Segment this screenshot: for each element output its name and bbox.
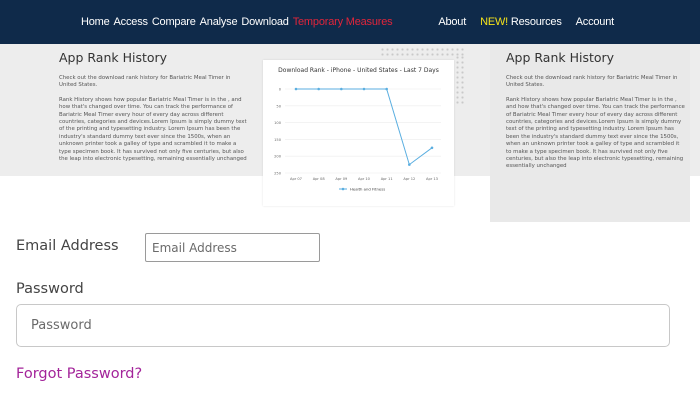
top-navigation: Home Access Compare Analyse Download Temporar…	[0, 0, 700, 44]
dot-pattern-decoration	[380, 47, 464, 57]
rank-history-left: App Rank History Check out the download …	[59, 50, 249, 163]
x-tick-label: Apr 08	[313, 177, 326, 181]
rank-history-title: App Rank History	[506, 50, 615, 65]
x-tick-label: Apr 10	[358, 177, 371, 181]
new-badge: NEW!	[480, 16, 508, 28]
y-tick-label: 0	[279, 88, 282, 92]
x-tick-label: Apr 07	[290, 177, 302, 181]
nav-link-home[interactable]: Home	[81, 16, 110, 28]
nav-link-resources[interactable]: NEW! Resources	[480, 16, 562, 28]
dot-pattern-decoration	[455, 55, 465, 105]
nav-link-analyse[interactable]: Analyse	[200, 16, 238, 28]
rank-history-intro: Check out the download rank history for …	[59, 75, 231, 89]
x-tick-label: Apr 09	[335, 177, 348, 181]
x-tick-label: Apr 12	[403, 177, 415, 181]
rank-line-chart: 0 50 100 150 200 250 Apr 07 Apr 08 Apr 09 Apr 10 A…	[274, 87, 441, 191]
nav-link-compare[interactable]: Compare	[152, 16, 196, 28]
y-tick-label: 200	[274, 155, 282, 159]
rank-history-body: Rank History shows how popular Bariatric…	[59, 96, 247, 163]
data-point	[340, 87, 343, 91]
rank-history-body: Rank History shows how popular Bariatric…	[506, 96, 685, 170]
data-point	[385, 87, 388, 91]
nav-link-account[interactable]: Account	[576, 16, 615, 28]
email-label: Email Address	[16, 238, 119, 254]
primary-nav: Home Access Compare Analyse Download Temporar…	[81, 16, 393, 28]
nav-link-about[interactable]: About	[438, 16, 466, 28]
nav-link-download[interactable]: Download	[241, 16, 289, 28]
rank-history-right: App Rank History Check out the download …	[490, 44, 690, 222]
y-tick-label: 250	[274, 172, 282, 176]
email-field[interactable]	[145, 233, 320, 262]
rank-history-title: App Rank History	[59, 50, 168, 65]
data-point	[430, 146, 434, 150]
password-label: Password	[16, 281, 84, 297]
y-tick-label: 50	[276, 104, 281, 108]
y-tick-label: 100	[274, 121, 282, 125]
nav-link-resources-label: Resources	[510, 16, 562, 28]
legend-marker	[341, 187, 345, 191]
data-point	[408, 163, 411, 166]
y-tick-label: 150	[274, 138, 282, 142]
secondary-nav: About NEW! Resources Account	[438, 16, 614, 28]
series-line	[296, 88, 433, 166]
x-tick-label: Apr 11	[381, 177, 393, 181]
rank-history-intro: Check out the download rank history for …	[506, 75, 678, 89]
data-point	[317, 87, 320, 91]
legend-label: Health and Fitness	[350, 186, 385, 191]
data-point	[294, 87, 298, 91]
forgot-password-link[interactable]: Forgot Password?	[16, 366, 142, 382]
data-point	[362, 87, 366, 91]
x-tick-label: Apr 13	[426, 177, 438, 181]
rank-chart-card: Download Rank - iPhone - United States -…	[263, 60, 454, 206]
password-field[interactable]	[16, 304, 670, 347]
nav-link-temporary-measures[interactable]: Temporary Measures	[293, 16, 393, 28]
nav-link-access[interactable]: Access	[114, 16, 148, 28]
